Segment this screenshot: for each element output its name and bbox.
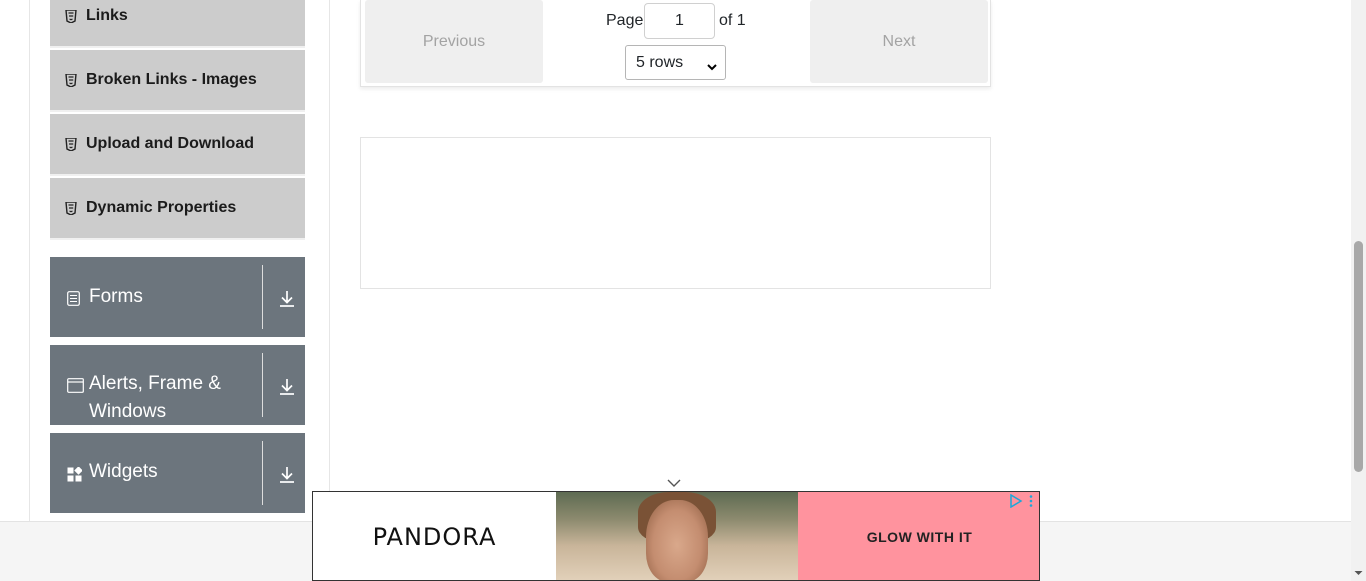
sidebar-item-dynamic-properties[interactable]: Dynamic Properties <box>50 178 305 240</box>
sidebar-group-label-line1: Alerts, Frame & <box>89 373 221 394</box>
sidebar-item-links[interactable]: Links <box>50 0 305 48</box>
ad-photo-face <box>646 500 708 580</box>
form-icon <box>67 291 83 307</box>
ad-model-photo <box>556 492 798 580</box>
sidebar-group-label: Alerts, Frame & Windows <box>89 370 221 426</box>
table-pagination: Previous Page of 1 5 rows Next <box>360 0 991 87</box>
scroll-down-arrow-icon[interactable] <box>1354 566 1363 578</box>
sidebar-item-upload-download[interactable]: Upload and Download <box>50 114 305 176</box>
sidebar-group-label: Forms <box>89 286 143 307</box>
download-arrow-icon[interactable] <box>278 289 296 309</box>
rows-per-page-select[interactable]: 5 rows <box>625 45 726 80</box>
sidebar-group-label-line2: Windows <box>89 401 167 422</box>
total-pages-label: of 1 <box>719 12 746 29</box>
download-arrow-icon[interactable] <box>278 465 296 485</box>
window-icon <box>67 378 84 394</box>
next-button[interactable]: Next <box>810 0 988 83</box>
sidebar-item-label: Dynamic Properties <box>86 199 237 216</box>
ad-menu-icon[interactable] <box>1026 494 1036 508</box>
download-arrow-icon[interactable] <box>278 377 296 397</box>
chevron-down-icon <box>707 58 717 76</box>
html5-icon <box>64 201 78 215</box>
sidebar-group-alerts-frame-windows[interactable]: Alerts, Frame & Windows <box>50 345 305 425</box>
advertisement-banner[interactable]: PANDORA GLOW WITH IT <box>312 491 1040 581</box>
page-jump-input[interactable] <box>644 3 715 39</box>
adchoices-icon[interactable] <box>1009 493 1023 509</box>
previous-button[interactable]: Previous <box>365 0 543 83</box>
sidebar-group-forms[interactable]: Forms <box>50 257 305 337</box>
group-divider <box>262 441 263 505</box>
scrollbar-thumb[interactable] <box>1354 241 1363 472</box>
sidebar-item-broken-links[interactable]: Broken Links - Images <box>50 50 305 112</box>
page: Links Broken Links - Images Upload and D… <box>0 0 1366 581</box>
page-label: Page <box>606 12 644 29</box>
sidebar-item-label: Upload and Download <box>86 135 254 152</box>
ad-collapse-chevron-icon[interactable] <box>666 476 682 488</box>
html5-icon <box>64 137 78 151</box>
empty-content-panel <box>360 137 991 289</box>
ad-cta-text[interactable]: GLOW WITH IT <box>798 492 1039 580</box>
sidebar-group-widgets[interactable]: Widgets <box>50 433 305 513</box>
group-divider <box>262 265 263 329</box>
sidebar-item-label: Broken Links - Images <box>86 71 257 88</box>
widgets-icon <box>67 466 83 483</box>
rows-per-page-value: 5 rows <box>636 53 684 71</box>
ad-brand-logo: PANDORA <box>372 523 497 551</box>
sidebar-left-border <box>29 0 30 521</box>
sidebar-item-label: Links <box>86 7 128 24</box>
group-divider <box>262 353 263 417</box>
html5-icon <box>64 9 78 23</box>
sidebar-right-border <box>329 0 330 521</box>
html5-icon <box>64 73 78 87</box>
sidebar-group-label: Widgets <box>89 461 158 482</box>
